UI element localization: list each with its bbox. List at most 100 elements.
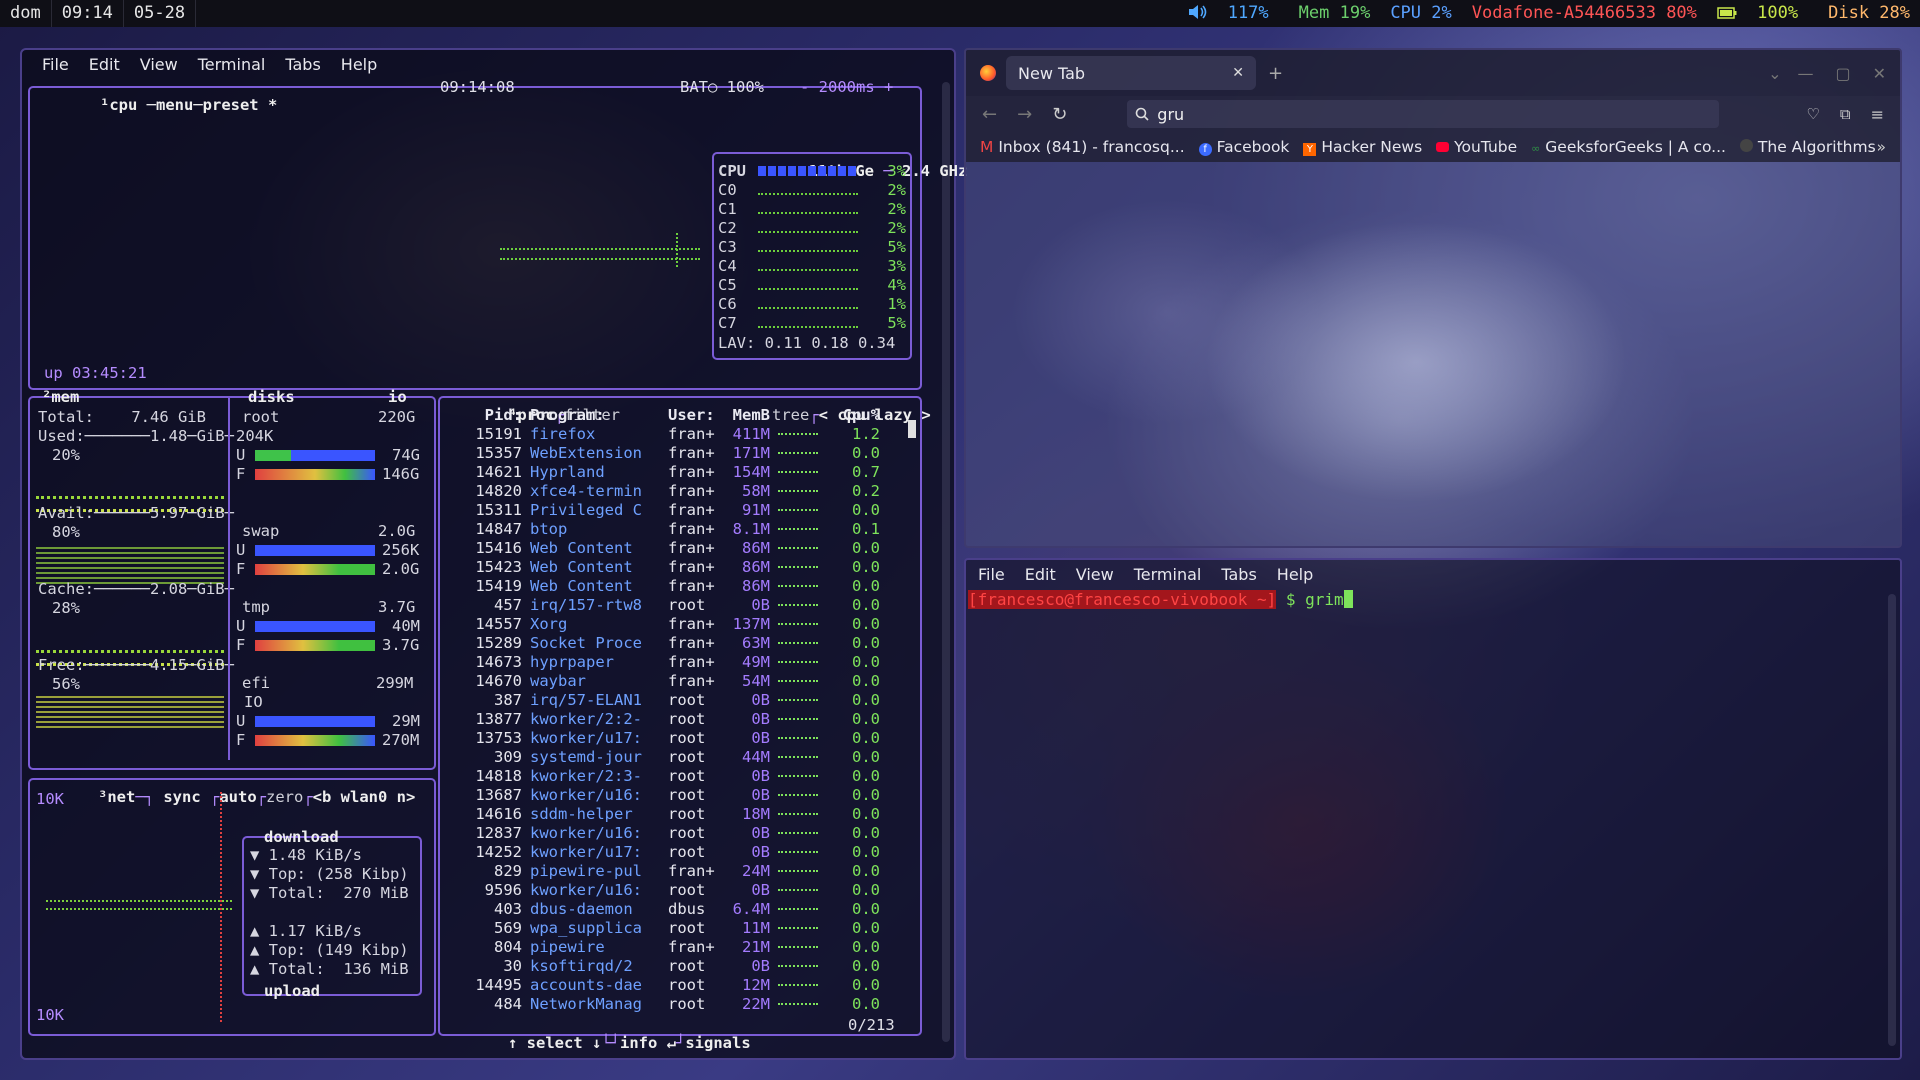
bookmark-the-algorithms[interactable]: The Algorithms: [1739, 138, 1876, 156]
net-interface-selector[interactable]: <b wlan0 n>: [313, 788, 416, 806]
wifi-indicator[interactable]: Vodafone-A54466533 80%: [1462, 0, 1707, 27]
bookmark-facebook[interactable]: f Facebook: [1198, 138, 1289, 156]
proc-row[interactable]: 829 pipewire-pul fran+ 24M 0.0: [440, 862, 910, 881]
cpu-panel-header[interactable]: ¹cpu ─menu─preset *: [100, 96, 277, 114]
proc-row[interactable]: 12837 kworker/u16: root 0B 0.0: [440, 824, 910, 843]
btop-terminal-window[interactable]: File Edit View Terminal Tabs Help ¹cpu ─…: [20, 48, 967, 1060]
bookmark-youtube[interactable]: YouTube: [1436, 138, 1517, 156]
back-arrow-icon[interactable]: ←: [982, 104, 997, 125]
proc-select-hint[interactable]: ↑ select ↓: [508, 1034, 601, 1052]
volume-indicator[interactable]: 117%: [1177, 0, 1288, 27]
net-zero-toggle[interactable]: zero: [266, 788, 303, 806]
terminal-scrollbar[interactable]: [1888, 594, 1896, 1046]
terminal-content[interactable]: [francesco@francesco-vivobook ~] $ grim: [968, 590, 1353, 610]
menu-tabs[interactable]: Tabs: [275, 55, 330, 74]
reload-icon[interactable]: ↻: [1052, 104, 1067, 125]
extensions-icon[interactable]: ⧉: [1840, 105, 1851, 123]
proc-row[interactable]: 14616 sddm-helper root 18M 0.0: [440, 805, 910, 824]
proc-row[interactable]: 15311 Privileged C fran+ 91M 0.0: [440, 501, 910, 520]
address-bar[interactable]: gru: [1127, 100, 1720, 128]
proc-row[interactable]: 13877 kworker/2:2- root 0B 0.0: [440, 710, 910, 729]
minimize-icon[interactable]: —: [1797, 64, 1813, 83]
proc-row[interactable]: 309 systemd-jour root 44M 0.0: [440, 748, 910, 767]
close-tab-icon[interactable]: ✕: [1232, 65, 1244, 81]
menu-file[interactable]: File: [968, 565, 1015, 584]
list-tabs-chevron-icon[interactable]: ⌄: [1768, 64, 1781, 83]
net-auto-toggle[interactable]: auto: [219, 788, 256, 806]
disks-io-toggle[interactable]: io: [388, 388, 407, 406]
proc-row[interactable]: 15357 WebExtension fran+ 171M 0.0: [440, 444, 910, 463]
proc-row[interactable]: 387 irq/57-ELAN1 root 0B 0.0: [440, 691, 910, 710]
menu-terminal[interactable]: Terminal: [188, 55, 276, 74]
proc-pid: 9596: [484, 881, 522, 899]
menu-terminal[interactable]: Terminal: [1124, 565, 1212, 584]
proc-row[interactable]: 403 dbus-daemon dbus 6.4M 0.0: [440, 900, 910, 919]
menu-view[interactable]: View: [1066, 565, 1124, 584]
forward-arrow-icon[interactable]: →: [1017, 104, 1032, 125]
menu-hamburger-icon[interactable]: ≡: [1871, 105, 1884, 124]
proc-row[interactable]: 14495 accounts-dae root 12M 0.0: [440, 976, 910, 995]
proc-scrollbar[interactable]: [908, 420, 916, 438]
proc-cpu-graph: [770, 672, 830, 691]
menu-edit[interactable]: Edit: [79, 55, 130, 74]
tab-new-tab[interactable]: New Tab ✕: [1006, 56, 1256, 90]
proc-row[interactable]: 14252 kworker/u17: root 0B 0.0: [440, 843, 910, 862]
firefox-logo-icon: [980, 65, 996, 81]
shell-terminal-window[interactable]: File Edit View Terminal Tabs Help [franc…: [964, 558, 1902, 1060]
menu-edit[interactable]: Edit: [1015, 565, 1066, 584]
proc-row[interactable]: 804 pipewire fran+ 21M 0.0: [440, 938, 910, 957]
proc-row[interactable]: 14820 xfce4-termin fran+ 58M 0.2: [440, 482, 910, 501]
proc-row[interactable]: 14670 waybar fran+ 54M 0.0: [440, 672, 910, 691]
github-icon: [1739, 139, 1753, 152]
col-cpu[interactable]: Cpu%: [830, 406, 880, 425]
col-pid[interactable]: Pid:: [440, 406, 522, 425]
proc-row[interactable]: 13753 kworker/u17: root 0B 0.0: [440, 729, 910, 748]
proc-row[interactable]: 14847 btop fran+ 8.1M 0.1: [440, 520, 910, 539]
proc-row[interactable]: 14621 Hyprland fran+ 154M 0.7: [440, 463, 910, 482]
proc-row[interactable]: 15289 Socket Proce fran+ 63M 0.0: [440, 634, 910, 653]
proc-program: Hyprland: [530, 463, 605, 481]
col-mem[interactable]: MemB: [722, 406, 770, 425]
mem-panel-title[interactable]: ²mem: [42, 388, 79, 406]
workspace-label[interactable]: dom: [0, 0, 52, 27]
proc-row[interactable]: 13687 kworker/u16: root 0B 0.0: [440, 786, 910, 805]
proc-row[interactable]: 15419 Web Content fran+ 86M 0.0: [440, 577, 910, 596]
terminal-scrollbar[interactable]: [942, 82, 950, 1042]
pocket-icon[interactable]: ♡: [1806, 105, 1819, 123]
update-interval[interactable]: - 2000ms +: [800, 78, 893, 96]
proc-row[interactable]: 457 irq/157-rtw8 root 0B 0.0: [440, 596, 910, 615]
bookmark-hacker-news[interactable]: Y Hacker News: [1303, 138, 1422, 156]
bookmark-gmail[interactable]: M Inbox (841) - francosq...: [980, 138, 1185, 156]
firefox-window[interactable]: New Tab ✕ + ⌄ — ▢ ✕ ← → ↻ gru ♡ ⧉ ≡ M In…: [964, 48, 1902, 548]
new-tab-plus-icon[interactable]: +: [1268, 63, 1283, 84]
menu-tabs[interactable]: Tabs: [1211, 565, 1266, 584]
proc-row[interactable]: 15423 Web Content fran+ 86M 0.0: [440, 558, 910, 577]
net-panel-title[interactable]: ³net: [98, 788, 135, 806]
disks-title[interactable]: disks: [248, 388, 295, 406]
proc-row[interactable]: 14557 Xorg fran+ 137M 0.0: [440, 615, 910, 634]
proc-program: kworker/u16:: [530, 824, 642, 842]
proc-row[interactable]: 484 NetworkManag root 22M 0.0: [440, 995, 910, 1014]
proc-row[interactable]: 15416 Web Content fran+ 86M 0.0: [440, 539, 910, 558]
proc-row[interactable]: 569 wpa_supplica root 11M 0.0: [440, 919, 910, 938]
net-sync-toggle[interactable]: sync: [163, 788, 200, 806]
proc-row[interactable]: 14818 kworker/2:3- root 0B 0.0: [440, 767, 910, 786]
col-user[interactable]: User:: [668, 406, 722, 425]
close-window-icon[interactable]: ✕: [1873, 64, 1886, 83]
bookmark-geeksforgeeks[interactable]: ∞ GeeksforGeeks | A co...: [1531, 138, 1726, 156]
proc-info-hint[interactable]: info ↵: [620, 1034, 676, 1052]
menu-help[interactable]: Help: [1267, 565, 1323, 584]
menu-file[interactable]: File: [32, 55, 79, 74]
proc-row[interactable]: 9596 kworker/u16: root 0B 0.0: [440, 881, 910, 900]
col-program[interactable]: Program:: [530, 406, 668, 425]
menu-help[interactable]: Help: [331, 55, 387, 74]
proc-signals-hint[interactable]: signals: [685, 1034, 750, 1052]
proc-row[interactable]: 14673 hyprpaper fran+ 49M 0.0: [440, 653, 910, 672]
address-input[interactable]: gru: [1157, 105, 1184, 124]
more-bookmarks-chevron-icon[interactable]: »: [1877, 138, 1886, 156]
menu-view[interactable]: View: [130, 55, 188, 74]
proc-pid: 13753: [475, 729, 522, 747]
proc-row[interactable]: 15191 firefox fran+ 411M 1.2: [440, 425, 910, 444]
proc-row[interactable]: 30 ksoftirqd/2 root 0B 0.0: [440, 957, 910, 976]
maximize-icon[interactable]: ▢: [1835, 64, 1850, 83]
